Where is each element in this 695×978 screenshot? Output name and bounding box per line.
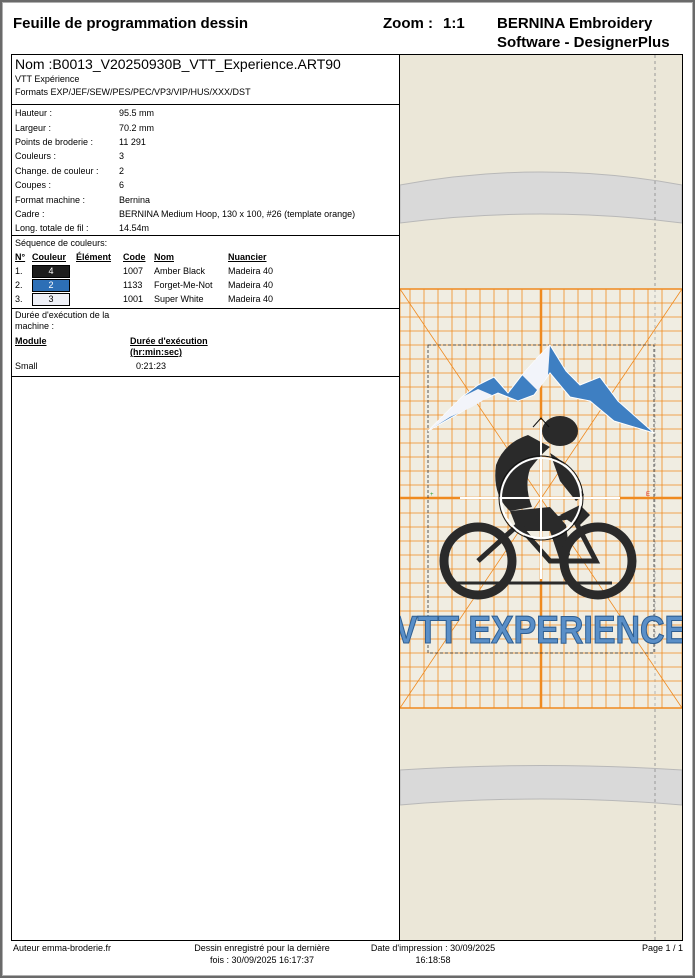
property-row: Coupes :6: [15, 180, 125, 191]
design-preview: VTT EXPERIENCE + E: [400, 55, 682, 940]
color-row: 2. 2 1133 Forget-Me-Not Madeira 40: [15, 278, 274, 292]
col-module: Module: [15, 336, 47, 346]
zoom-label: Zoom :: [383, 15, 433, 32]
color-swatch: 2: [32, 278, 70, 292]
property-row: Long. totale de fil :14.54m: [15, 223, 150, 234]
footer-print-1: Date d'impression : 30/09/2025: [370, 943, 496, 953]
property-row: Change. de couleur :2: [15, 165, 125, 176]
page-footer: Auteur emma-broderie.fr Dessin enregistr…: [11, 941, 683, 971]
color-table: N° Couleur Élément Code Nom Nuancier 1. …: [15, 250, 273, 306]
color-row: 3. 3 1001 Super White Madeira 40: [15, 292, 274, 306]
duration-value: 0:21:23: [136, 361, 167, 371]
col-code: Code: [123, 252, 146, 262]
svg-text:E: E: [646, 492, 650, 498]
col-no: N°: [15, 252, 26, 262]
col-element: Élément: [76, 252, 112, 262]
brand-line-1: BERNINA Embroidery: [497, 15, 653, 32]
footer-saved-2: fois : 30/09/2025 16:17:37: [209, 955, 315, 965]
content-frame: Nom :B0013_V20250930B_VTT_Experience.ART…: [11, 54, 683, 941]
design-name: Nom :B0013_V20250930B_VTT_Experience.ART…: [12, 55, 399, 73]
col-duration-2: (hr:min:sec): [130, 347, 183, 357]
design-subtitle: VTT Expérience: [15, 74, 80, 84]
color-sequence-section: Séquence de couleurs: N° Couleur Élément…: [12, 236, 399, 309]
info-panel: Nom :B0013_V20250930B_VTT_Experience.ART…: [12, 55, 400, 940]
execution-title-1: Durée d'exécution de la: [15, 310, 110, 320]
design-formats: Formats EXP/JEF/SEW/PES/PEC/VP3/VIP/HUS/…: [15, 87, 251, 97]
zoom-value: 1:1: [443, 15, 465, 32]
footer-saved-1: Dessin enregistré pour la dernière: [194, 943, 330, 953]
col-nuancier: Nuancier: [228, 252, 267, 262]
name-value: B0013_V20250930B_VTT_Experience.ART90: [52, 56, 341, 72]
footer-page: Page 1 / 1: [641, 943, 683, 953]
property-row: Cadre : BERNINA Medium Hoop, 130 x 100, #…: [15, 208, 356, 219]
module-value: Small: [15, 361, 38, 371]
color-swatch: 3: [32, 292, 70, 306]
property-row: Format machine : Bernina: [15, 194, 151, 205]
properties-section: Hauteur :95.5 mm Largeur :70.2 mm Points…: [12, 105, 399, 236]
preview-canvas: VTT EXPERIENCE + E: [400, 55, 682, 940]
svg-text:+: +: [430, 492, 434, 498]
footer-author: Auteur emma-broderie.fr: [13, 943, 112, 953]
execution-section: Durée d'exécution de la machine : Module…: [12, 309, 399, 377]
hoop-band-bottom: [400, 765, 682, 806]
color-row: 1. 4 1007 Amber Black Madeira 40: [15, 264, 274, 278]
name-label: Nom :: [15, 56, 53, 72]
execution-title-2: machine :: [15, 321, 55, 331]
col-nom: Nom: [154, 252, 174, 262]
brand-line-2: Software - DesignerPlus: [497, 34, 670, 51]
color-sequence-title: Séquence de couleurs:: [15, 238, 108, 248]
footer-print-2: 16:18:58: [415, 955, 451, 965]
col-couleur: Couleur: [32, 252, 67, 262]
color-swatch: 4: [32, 264, 70, 278]
print-sheet: Feuille de programmation dessin Zoom : 1…: [2, 2, 693, 976]
property-row: Couleurs :3: [15, 151, 125, 162]
property-row: Points de broderie :11 291: [15, 136, 146, 147]
col-duration-1: Durée d'exécution: [130, 336, 208, 346]
property-row: Hauteur :95.5 mm: [15, 108, 155, 119]
sheet-title: Feuille de programmation dessin: [13, 15, 249, 32]
property-row: Largeur :70.2 mm: [15, 122, 155, 133]
design-header-section: Nom :B0013_V20250930B_VTT_Experience.ART…: [12, 55, 399, 105]
design-text: VTT EXPERIENCE: [400, 608, 682, 651]
